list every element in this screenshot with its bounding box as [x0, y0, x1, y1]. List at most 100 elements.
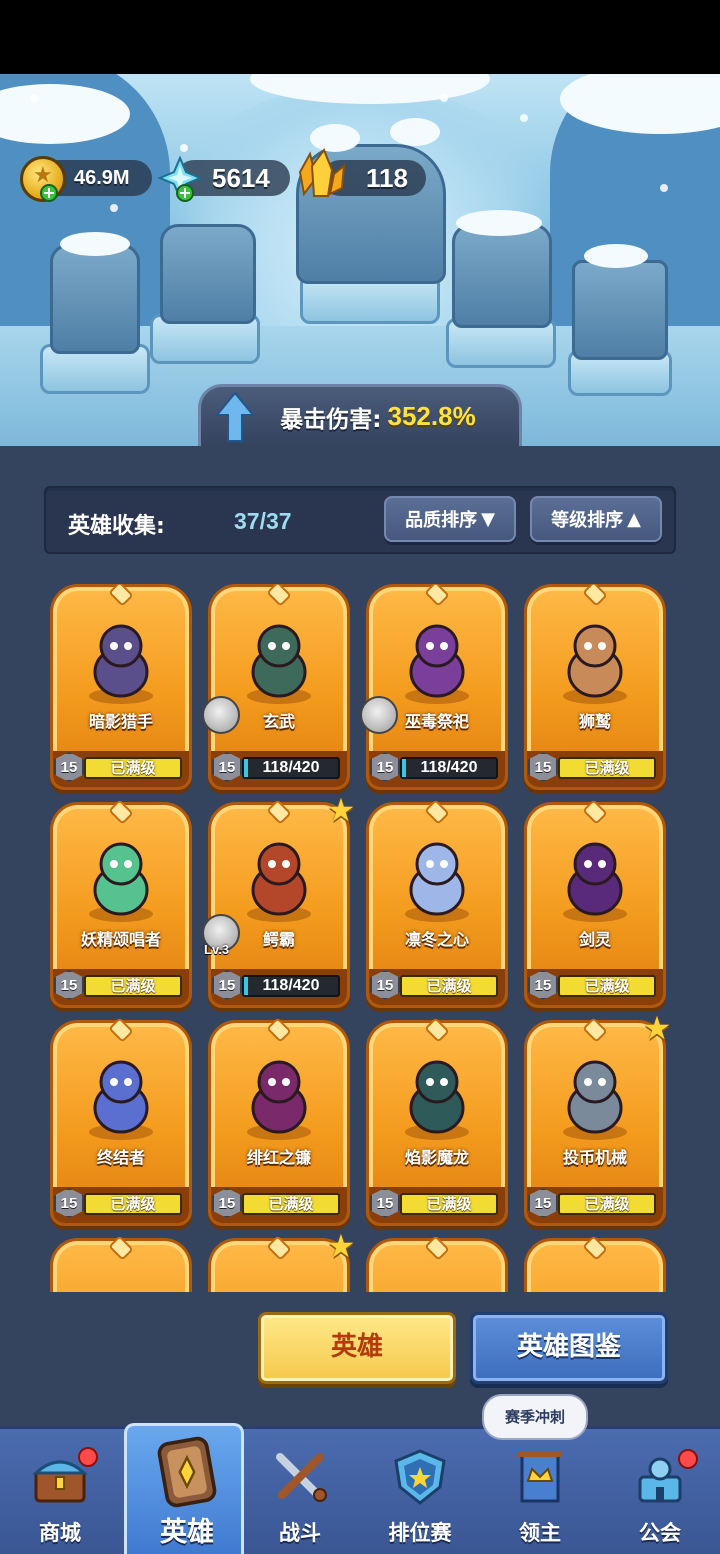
nav-ranked-label: 排位赛 [388, 1521, 452, 1545]
max-level-bar: 已满级 [558, 757, 656, 779]
crystal-amount: 118 [366, 162, 408, 193]
arrow-up-icon [215, 391, 255, 442]
nav-hero[interactable]: 英雄 [124, 1423, 244, 1554]
hero-portrait-icon [247, 1060, 311, 1140]
notification-dot [78, 1447, 98, 1467]
notification-dot [678, 1449, 698, 1469]
season-sprint-bubble[interactable]: 赛季冲刺 [482, 1394, 588, 1440]
hero-card[interactable]: 焰影魔龙 15 已满级 [366, 1017, 508, 1226]
sort-quality-label: 品质排序 [405, 510, 478, 531]
hero-portrait-icon [247, 624, 311, 704]
sort-quality-button[interactable]: 品质排序 ▼ [384, 496, 516, 542]
nav-shop[interactable]: 商城 [0, 1429, 120, 1554]
hero-tab-button[interactable]: 英雄 [258, 1312, 456, 1384]
hero-portrait-icon [563, 624, 627, 704]
hero-portrait-icon [89, 1060, 153, 1140]
hero-card[interactable]: 终结者 15 已满级 [50, 1017, 192, 1226]
gold-crystal-icon [298, 148, 346, 197]
status-bar [0, 0, 720, 74]
progress-text: 118/420 [420, 759, 478, 776]
hero-card[interactable]: 剑灵 15 已满级 [524, 799, 666, 1008]
max-level-bar: 已满级 [400, 975, 498, 997]
lord-banner-icon [518, 1451, 562, 1503]
hero-name: 绯红之镰 [246, 1148, 311, 1167]
gold-amount: 46.9M [74, 166, 130, 189]
hero-card[interactable]: 凛冬之心 15 已满级 [366, 799, 508, 1008]
hero-portrait-icon [563, 1060, 627, 1140]
collection-bar: 英雄收集: 37/37 品质排序 ▼ 等级排序 ▲ [44, 486, 676, 554]
shard-icon [360, 696, 398, 734]
hero-portrait-icon [563, 842, 627, 922]
hero-name: 妖精颂唱者 [80, 930, 161, 949]
max-level-bar: 已满级 [84, 1193, 182, 1215]
hero-card[interactable]: 暗影猎手 15 已满级 [50, 584, 192, 790]
crit-damage-label: 暴击伤害: [280, 406, 382, 433]
hero-portrait-icon [405, 1060, 469, 1140]
triangle-up-icon: ▲ [627, 508, 641, 530]
hero-card[interactable]: 妖精颂唱者 15 已满级 [50, 799, 192, 1008]
sort-level-label: 等级排序 [551, 510, 624, 531]
hero-grid: 暗影猎手 15 已满级 玄武 15 118/420 巫毒祭祀 15 118/420 狮鹫 15 已满级… [50, 584, 670, 1292]
hero-card[interactable]: 绯红之镰 15 已满级 [208, 1017, 350, 1226]
star-icon: ★ [326, 791, 356, 829]
hero-portrait-icon [89, 624, 153, 704]
progress-text: 118/420 [262, 759, 320, 776]
hero-card[interactable] [50, 1235, 192, 1292]
gem-amount: 5614 [212, 162, 270, 193]
nav-hero-label: 英雄 [160, 1517, 214, 1548]
hero-name: 凛冬之心 [404, 930, 469, 949]
shard-icon [202, 696, 240, 734]
progress-text: 118/420 [262, 977, 320, 994]
hero-portrait-icon [247, 842, 311, 922]
hero-name: 终结者 [96, 1148, 145, 1167]
nav-lord[interactable]: 领主 [480, 1429, 600, 1554]
max-level-bar: 已满级 [558, 1193, 656, 1215]
shard-progress-bar: 118/420 [242, 975, 340, 997]
hero-card[interactable]: ★ [208, 1230, 355, 1292]
shard-level: Lv.3 [204, 942, 230, 957]
hero-card[interactable]: 玄武 15 118/420 [202, 584, 350, 790]
hero-card[interactable]: 投币机械 15 已满级 ★ [524, 1012, 670, 1226]
max-level-bar: 已满级 [84, 975, 182, 997]
bottom-nav: 商城 英雄 战斗 排位赛 领主 公会 [0, 1423, 720, 1554]
crit-damage-plate: 暴击伤害: 352.8% [198, 384, 522, 446]
hero-card[interactable]: 狮鹫 15 已满级 [524, 584, 666, 790]
nav-guild-label: 公会 [639, 1521, 681, 1545]
shard-progress-bar: 118/420 [242, 757, 340, 779]
crit-damage-value: 352.8% [387, 401, 476, 431]
hero-name: 剑灵 [578, 930, 611, 949]
hero-name: 狮鹫 [578, 712, 611, 731]
hero-name: 焰影魔龙 [404, 1148, 469, 1167]
hero-card[interactable] [524, 1235, 666, 1292]
crossed-swords-icon [276, 1453, 327, 1502]
hero-card-icon [157, 1436, 217, 1508]
hero-name: 暗影猎手 [88, 712, 153, 731]
hero-card[interactable]: 鳄霸 15 118/420 Lv.3 ★ [202, 794, 355, 1008]
hero-codex-button[interactable]: 英雄图鉴 [470, 1312, 668, 1384]
max-level-bar: 已满级 [558, 975, 656, 997]
hero-portrait-icon [405, 624, 469, 704]
nav-lord-label: 领主 [519, 1521, 561, 1545]
nav-shop-label: 商城 [39, 1521, 81, 1545]
max-level-bar: 已满级 [84, 757, 182, 779]
max-level-bar: 已满级 [242, 1193, 340, 1215]
sort-level-button[interactable]: 等级排序 ▲ [530, 496, 662, 542]
collection-label: 英雄收集: [68, 514, 165, 539]
nav-ranked[interactable]: 排位赛 [360, 1429, 480, 1554]
add-gold-icon[interactable]: + [40, 184, 58, 202]
nav-guild[interactable]: 公会 [600, 1429, 720, 1554]
hero-card[interactable] [366, 1235, 508, 1292]
max-level-bar: 已满级 [400, 1193, 498, 1215]
collection-count: 37/37 [234, 508, 292, 534]
rank-shield-icon [394, 1449, 446, 1505]
shard-progress-bar: 118/420 [400, 757, 498, 779]
triangle-down-icon: ▼ [481, 508, 495, 530]
nav-battle-label: 战斗 [279, 1521, 321, 1545]
hero-name: 投币机械 [562, 1148, 627, 1167]
hero-card[interactable]: 巫毒祭祀 15 118/420 [360, 584, 508, 790]
nav-battle[interactable]: 战斗 [240, 1429, 360, 1554]
add-gem-icon[interactable]: + [176, 184, 194, 202]
star-icon: ★ [642, 1009, 670, 1047]
hero-portrait-icon [89, 842, 153, 922]
hero-portrait-icon [405, 842, 469, 922]
